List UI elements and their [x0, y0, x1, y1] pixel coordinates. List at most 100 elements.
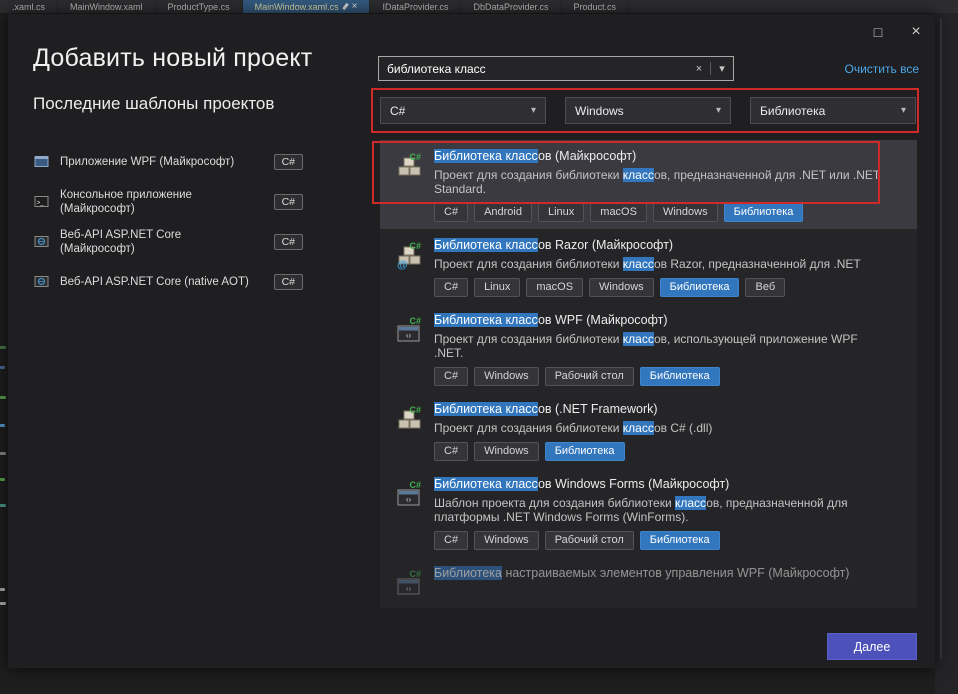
svg-text:‹›: ‹› [406, 331, 412, 340]
recent-template-label-line: Консольное приложение [60, 188, 265, 202]
result-tags: C# Android Linux macOS Windows Библиотека [434, 203, 899, 222]
result-description: Проект для создания библиотеки классов, … [434, 332, 886, 360]
filter-dropdown-platform[interactable]: Windows ▾ [565, 97, 731, 124]
chevron-down-icon: ▾ [716, 105, 721, 116]
result-tag[interactable]: Windows [589, 278, 654, 297]
result-tag[interactable]: Рабочий стол [545, 531, 634, 550]
filter-dropdown-language[interactable]: C#▾ [380, 97, 546, 124]
clear-search-icon[interactable]: × [688, 63, 710, 75]
result-tag[interactable]: Android [474, 203, 532, 222]
plain-text: ов C# (.dll) [654, 421, 712, 435]
result-description: Проект для создания библиотеки классов C… [434, 421, 886, 435]
language-badge: C# [274, 234, 303, 250]
result-tag[interactable]: Windows [474, 531, 539, 550]
template-result-item[interactable]: C#Библиотека классов (.NET Framework)Про… [380, 393, 917, 468]
tab-close-icon[interactable]: × [352, 1, 358, 12]
plain-text: Проект для создания библиотеки [434, 168, 623, 182]
pin-icon[interactable] [342, 3, 349, 10]
template-result-item[interactable]: C#@Библиотека классов Razor (Майкрософт)… [380, 229, 917, 304]
result-tag[interactable]: macOS [590, 203, 647, 222]
result-tag[interactable]: Linux [538, 203, 584, 222]
wpf-app-icon [33, 153, 51, 171]
highlighted-match-text: Библиотека [434, 566, 502, 580]
recent-template-item[interactable]: Веб-API ASP.NET Core(Майкрософт)C# [33, 228, 303, 256]
result-tag[interactable]: Библиотека [545, 442, 625, 461]
result-tag[interactable]: C# [434, 203, 468, 222]
svg-text:‹›: ‹› [406, 495, 412, 504]
scrollbar[interactable] [940, 19, 942, 659]
plain-text: Шаблон проекта для создания библиотеки [434, 496, 675, 510]
editor-tab-label: MainWindow.xaml.cs [255, 2, 339, 12]
result-tag[interactable]: Библиотека [640, 531, 720, 550]
result-tags: C# Windows Рабочий стол Библиотека [434, 367, 899, 386]
recent-template-item[interactable]: Приложение WPF (Майкрософт)C# [33, 148, 303, 176]
highlighted-match-text: Библиотека класс [434, 149, 538, 163]
editor-tab[interactable]: MainWindow.xaml.cs × [243, 0, 371, 13]
editor-tab[interactable]: Product.cs [562, 0, 630, 13]
plain-text: Проект для создания библиотеки [434, 257, 623, 271]
wpf-class-library-icon: ‹› C# [392, 314, 426, 348]
editor-tab[interactable]: .xaml.cs [0, 0, 58, 13]
code-glimpse [0, 588, 5, 591]
plain-text: настраиваемых элементов управления WPF (… [502, 566, 850, 580]
language-badge: C# [274, 194, 303, 210]
plain-text: ов (Майкрософт) [538, 149, 636, 163]
razor-class-library-icon: C#@ [392, 239, 426, 273]
editor-tab[interactable]: IDataProvider.cs [370, 0, 461, 13]
code-glimpse [0, 602, 6, 605]
editor-tab[interactable]: DbDataProvider.cs [461, 0, 561, 13]
result-tag[interactable]: Linux [474, 278, 520, 297]
result-tag[interactable]: Библиотека [640, 367, 720, 386]
maximize-button[interactable]: □ [863, 19, 893, 45]
result-body: Библиотека классов Razor (Майкрософт) Про… [434, 237, 917, 297]
result-tag[interactable]: Библиотека [660, 278, 740, 297]
svg-text:@: @ [397, 259, 408, 271]
result-tag[interactable]: Windows [474, 367, 539, 386]
wpf-custom-control-library-icon: ‹›C# [392, 567, 426, 601]
search-dropdown-icon[interactable]: ▾ [711, 62, 733, 75]
result-body: Библиотека классов Windows Forms (Майкро… [434, 476, 917, 550]
result-tag[interactable]: C# [434, 531, 468, 550]
result-tag[interactable]: Рабочий стол [545, 367, 634, 386]
result-title: Библиотека классов (Майкрософт) [434, 148, 899, 164]
close-button[interactable]: × [901, 19, 931, 45]
result-body: Библиотека классов (Майкрософт) Проект дл… [434, 148, 917, 222]
chevron-down-icon: ▾ [531, 105, 536, 116]
code-glimpse [0, 504, 6, 507]
code-glimpse [0, 452, 6, 455]
dropdown-selected-value: Библиотека [760, 104, 825, 118]
result-tag[interactable]: C# [434, 278, 468, 297]
result-tag[interactable]: Windows [653, 203, 718, 222]
language-badge: C# [274, 274, 303, 290]
svg-text:C#: C# [409, 316, 421, 326]
search-input[interactable] [379, 62, 688, 76]
clear-all-link[interactable]: Очистить все [845, 62, 919, 76]
editor-tab[interactable]: MainWindow.xaml [58, 0, 156, 13]
filter-dropdown-project-type[interactable]: Библиотека▾ [750, 97, 916, 124]
template-search-box: × ▾ [378, 56, 734, 81]
result-title: Библиотека классов Windows Forms (Майкро… [434, 476, 899, 492]
template-result-item[interactable]: ‹› C# Библиотека классов Windows Forms (Ма… [380, 468, 917, 557]
plain-text: Проект для создания библиотеки [434, 421, 623, 435]
highlighted-match-text: Библиотека класс [434, 313, 538, 327]
template-result-item[interactable]: ‹›C# Библиотека настраиваемых элементов у… [380, 557, 917, 608]
result-tag[interactable]: Библиотека [724, 203, 804, 222]
result-tag[interactable]: C# [434, 442, 468, 461]
result-tag[interactable]: C# [434, 367, 468, 386]
result-tag[interactable]: Веб [745, 278, 785, 297]
code-glimpse [0, 366, 5, 369]
result-description: Проект для создания библиотеки классов, … [434, 168, 886, 196]
svg-text:>_: >_ [37, 200, 45, 207]
result-title: Библиотека классов Razor (Майкрософт) [434, 237, 899, 253]
template-result-item[interactable]: C# Библиотека классов (Майкрософт) Проект … [380, 140, 917, 229]
dropdown-selected-value: Windows [575, 104, 624, 118]
editor-tab[interactable]: ProductType.cs [156, 0, 243, 13]
result-tag[interactable]: Windows [474, 442, 539, 461]
next-button[interactable]: Далее [827, 633, 917, 660]
plain-text: ов WPF (Майкрософт) [538, 313, 668, 327]
recent-template-item[interactable]: Веб-API ASP.NET Core (native AOT)C# [33, 268, 303, 296]
recent-template-label: Консольное приложение(Майкрософт) [60, 188, 265, 216]
template-result-item[interactable]: ‹› C# Библиотека классов WPF (Майкрософт) П… [380, 304, 917, 393]
recent-template-item[interactable]: >_ Консольное приложение(Майкрософт) C# [33, 188, 303, 216]
result-tag[interactable]: macOS [526, 278, 583, 297]
